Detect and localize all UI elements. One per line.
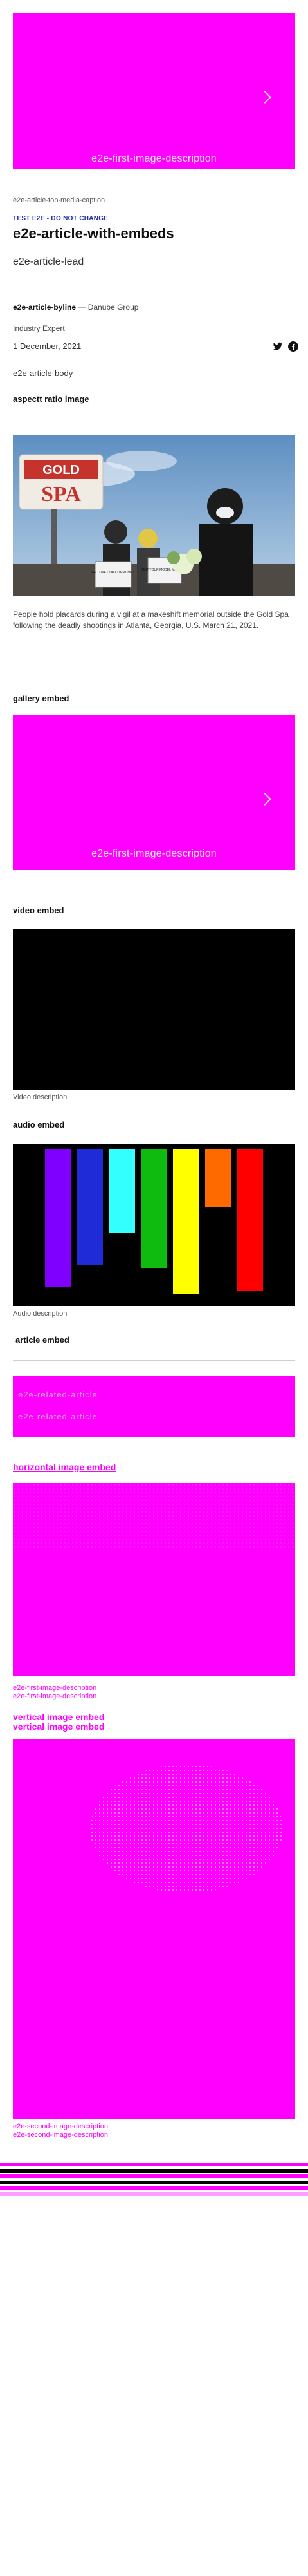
vertical-image[interactable] bbox=[13, 1739, 295, 2119]
audio-title: audio embed bbox=[13, 1120, 65, 1130]
vertical-title-2: vertical image embed bbox=[13, 1721, 105, 1732]
gallery-title: gallery embed bbox=[13, 694, 69, 703]
article-embed-card[interactable]: e2e-related-article e2e-related-article bbox=[13, 1376, 295, 1437]
horizontal-image[interactable] bbox=[13, 1483, 295, 1676]
audio-bar bbox=[237, 1149, 263, 1291]
article-embed-title: article embed bbox=[15, 1335, 69, 1345]
aspect-ratio-photo[interactable]: GOLD SPA WE LOVE OUR COMMUNITY NOT YOUR … bbox=[13, 435, 295, 596]
page-title: e2e-article-with-embeds bbox=[13, 225, 174, 242]
top-media-caption: e2e-article-top-media-caption bbox=[13, 196, 105, 204]
facebook-icon[interactable] bbox=[288, 341, 298, 352]
article-body: e2e-article-body bbox=[13, 368, 73, 378]
audio-bar bbox=[45, 1149, 71, 1287]
audio-bar bbox=[109, 1149, 135, 1233]
vertical-caption-2: e2e-second-image-description bbox=[13, 2131, 108, 2139]
publish-date: 1 December, 2021 bbox=[13, 341, 82, 351]
audio-bar bbox=[141, 1149, 167, 1268]
gallery-embed[interactable]: e2e-first-image-description bbox=[13, 715, 295, 870]
placard-1-text: WE LOVE OUR COMMUNITY bbox=[91, 571, 135, 574]
audio-bar bbox=[77, 1149, 103, 1265]
audio-visualizer bbox=[45, 1144, 263, 1306]
horizontal-title: horizontal image embed bbox=[13, 1462, 116, 1472]
kicker[interactable]: TEST E2E - DO NOT CHANGE bbox=[13, 215, 108, 222]
article-embed-top-rule bbox=[13, 1360, 295, 1361]
horizontal-caption-1: e2e-first-image-description bbox=[13, 1684, 97, 1692]
article-embed-line-1[interactable]: e2e-related-article bbox=[18, 1390, 98, 1399]
byline-separator: — bbox=[76, 303, 88, 312]
audio-description: Audio description bbox=[13, 1310, 68, 1318]
author-role: Industry Expert bbox=[13, 324, 65, 333]
vertical-image-texture bbox=[90, 1765, 283, 1893]
vertical-title-1: vertical image embed bbox=[13, 1712, 105, 1722]
byline-org: Danube Group bbox=[87, 303, 139, 312]
gallery-next-chevron-icon[interactable] bbox=[258, 793, 271, 806]
aspect-ratio-title: aspectt ratio image bbox=[13, 394, 89, 404]
video-description: Video description bbox=[13, 1094, 68, 1101]
article-lead: e2e-article-lead bbox=[13, 256, 84, 267]
video-player[interactable] bbox=[13, 929, 295, 1090]
video-title: video embed bbox=[13, 905, 64, 915]
vertical-caption-1: e2e-second-image-description bbox=[13, 2123, 108, 2130]
byline-name[interactable]: e2e-article-byline bbox=[13, 303, 76, 312]
audio-bar bbox=[173, 1149, 199, 1294]
twitter-icon[interactable] bbox=[273, 342, 283, 351]
audio-bar bbox=[205, 1149, 231, 1207]
gallery-caption: e2e-first-image-description bbox=[91, 848, 217, 859]
horizontal-caption-2: e2e-first-image-description bbox=[13, 1692, 97, 1700]
vigil-photo: GOLD SPA WE LOVE OUR COMMUNITY NOT YOUR … bbox=[13, 435, 295, 596]
hero-caption: e2e-first-image-description bbox=[91, 153, 217, 164]
sign-top-text: GOLD bbox=[42, 463, 80, 477]
footer-bands bbox=[0, 2163, 308, 2208]
audio-player[interactable] bbox=[13, 1144, 295, 1306]
article-embed-line-2[interactable]: e2e-related-article bbox=[18, 1412, 98, 1421]
byline: e2e-article-byline — Danube Group bbox=[13, 303, 138, 312]
chevron-right-icon[interactable] bbox=[258, 91, 271, 104]
horizontal-image-texture bbox=[13, 1483, 295, 1548]
sign-bottom-text: SPA bbox=[41, 482, 81, 506]
hero-image[interactable]: e2e-first-image-description bbox=[13, 13, 295, 169]
photo-caption: People hold placards during a vigil at a… bbox=[13, 610, 289, 630]
